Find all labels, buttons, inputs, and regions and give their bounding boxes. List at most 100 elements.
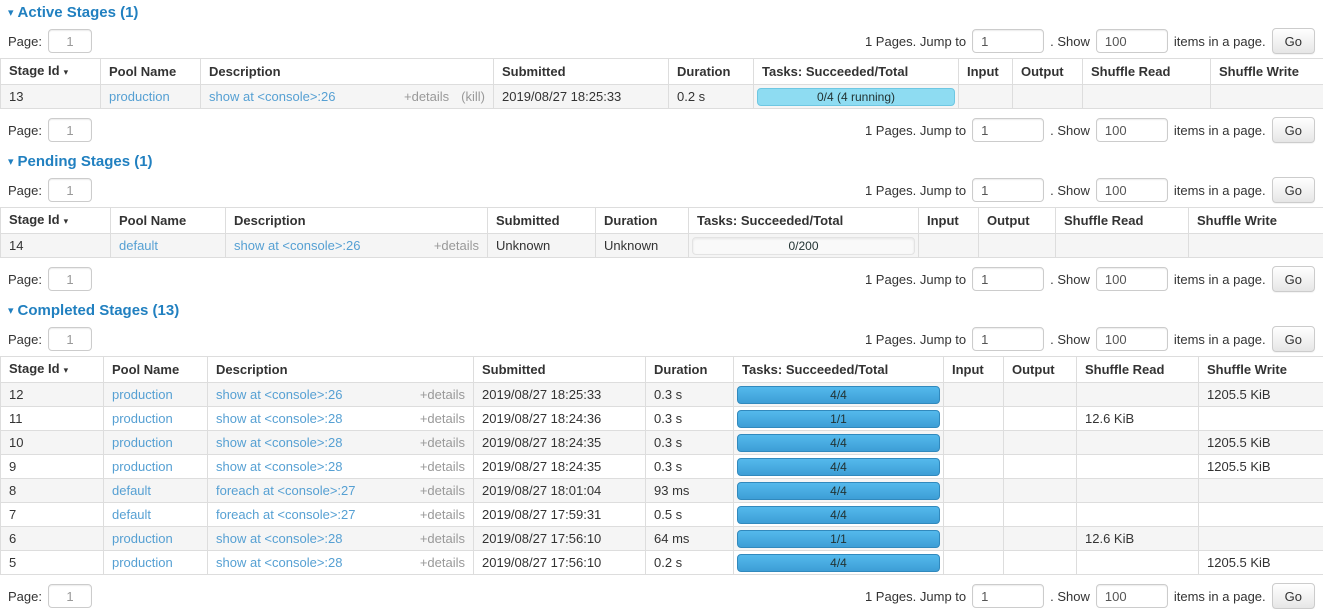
- description-link[interactable]: show at <console>:28: [216, 459, 342, 474]
- pool-name-link[interactable]: production: [112, 387, 173, 402]
- pool-name-link[interactable]: production: [112, 531, 173, 546]
- details-link[interactable]: +details: [434, 238, 479, 253]
- pool-name-link[interactable]: default: [112, 507, 151, 522]
- page-number-input[interactable]: [48, 327, 92, 351]
- description-link[interactable]: show at <console>:28: [216, 411, 342, 426]
- column-header-input[interactable]: Input: [959, 59, 1013, 85]
- page-label: Page:: [8, 123, 42, 138]
- description-wrap: foreach at <console>:27 +details: [216, 483, 465, 498]
- column-header-label: Duration: [654, 362, 707, 377]
- details-link[interactable]: +details: [420, 387, 465, 402]
- column-header-duration[interactable]: Duration: [646, 357, 734, 383]
- description-link[interactable]: show at <console>:26: [234, 238, 360, 253]
- column-header-output[interactable]: Output: [1004, 357, 1077, 383]
- go-button[interactable]: Go: [1272, 583, 1315, 609]
- column-header-submitted[interactable]: Submitted: [494, 59, 669, 85]
- submitted-cell: 2019/08/27 18:24:35: [474, 431, 646, 455]
- go-button[interactable]: Go: [1272, 326, 1315, 352]
- details-link[interactable]: +details: [404, 89, 449, 104]
- column-header-shuffle-read[interactable]: Shuffle Read: [1077, 357, 1199, 383]
- page-number-input[interactable]: [48, 584, 92, 608]
- page-number-input[interactable]: [48, 29, 92, 53]
- page-number-input[interactable]: [48, 178, 92, 202]
- column-header-description[interactable]: Description: [201, 59, 494, 85]
- description-actions: +details (kill): [404, 89, 485, 104]
- description-cell: foreach at <console>:27 +details: [208, 503, 474, 527]
- jump-to-input[interactable]: [972, 327, 1044, 351]
- column-header-duration[interactable]: Duration: [669, 59, 754, 85]
- show-count-input[interactable]: [1096, 178, 1168, 202]
- details-link[interactable]: +details: [420, 507, 465, 522]
- description-link[interactable]: foreach at <console>:27: [216, 507, 356, 522]
- show-count-input[interactable]: [1096, 327, 1168, 351]
- pool-name-link[interactable]: production: [112, 459, 173, 474]
- page-number-input[interactable]: [48, 267, 92, 291]
- details-link[interactable]: +details: [420, 459, 465, 474]
- column-header-stage-id[interactable]: Stage Id▾: [1, 59, 101, 85]
- description-link[interactable]: foreach at <console>:27: [216, 483, 356, 498]
- description-link[interactable]: show at <console>:28: [216, 555, 342, 570]
- column-header-stage-id[interactable]: Stage Id▾: [1, 208, 111, 234]
- go-button[interactable]: Go: [1272, 177, 1315, 203]
- shuffle-write-cell: 1205.5 KiB: [1199, 551, 1323, 575]
- column-header-pool-name[interactable]: Pool Name: [104, 357, 208, 383]
- description-cell: show at <console>:28 +details: [208, 527, 474, 551]
- description-link[interactable]: show at <console>:28: [216, 531, 342, 546]
- pool-name-link[interactable]: default: [119, 238, 158, 253]
- details-link[interactable]: +details: [420, 411, 465, 426]
- jump-to-input[interactable]: [972, 178, 1044, 202]
- show-count-input[interactable]: [1096, 267, 1168, 291]
- details-link[interactable]: +details: [420, 555, 465, 570]
- column-header-pool-name[interactable]: Pool Name: [101, 59, 201, 85]
- duration-cell: 93 ms: [646, 479, 734, 503]
- column-header-shuffle-read[interactable]: Shuffle Read: [1056, 208, 1189, 234]
- column-header-description[interactable]: Description: [226, 208, 488, 234]
- jump-to-input[interactable]: [972, 267, 1044, 291]
- details-link[interactable]: +details: [420, 531, 465, 546]
- column-header-pool-name[interactable]: Pool Name: [111, 208, 226, 234]
- column-header-output[interactable]: Output: [1013, 59, 1083, 85]
- tasks-progress-bar: 4/4: [737, 554, 940, 572]
- description-link[interactable]: show at <console>:26: [209, 89, 335, 104]
- description-link[interactable]: show at <console>:26: [216, 387, 342, 402]
- column-header-output[interactable]: Output: [979, 208, 1056, 234]
- column-header-shuffle-write[interactable]: Shuffle Write: [1199, 357, 1323, 383]
- column-header-shuffle-write[interactable]: Shuffle Write: [1189, 208, 1323, 234]
- page-number-input[interactable]: [48, 118, 92, 142]
- column-header-submitted[interactable]: Submitted: [474, 357, 646, 383]
- pool-name-link[interactable]: default: [112, 483, 151, 498]
- pool-name-link[interactable]: production: [112, 555, 173, 570]
- column-header-stage-id[interactable]: Stage Id▾: [1, 357, 104, 383]
- kill-link[interactable]: (kill): [461, 89, 485, 104]
- description-link[interactable]: show at <console>:28: [216, 435, 342, 450]
- column-header-tasks-succeeded-total[interactable]: Tasks: Succeeded/Total: [689, 208, 919, 234]
- column-header-duration[interactable]: Duration: [596, 208, 689, 234]
- pool-name-link[interactable]: production: [109, 89, 170, 104]
- go-button[interactable]: Go: [1272, 117, 1315, 143]
- column-header-tasks-succeeded-total[interactable]: Tasks: Succeeded/Total: [734, 357, 944, 383]
- column-header-description[interactable]: Description: [208, 357, 474, 383]
- section-header[interactable]: ▾Pending Stages (1): [8, 153, 1315, 171]
- show-count-input[interactable]: [1096, 584, 1168, 608]
- section-header[interactable]: ▾Active Stages (1): [8, 4, 1315, 22]
- tasks-progress-bar: 0/200: [692, 237, 915, 255]
- column-header-shuffle-read[interactable]: Shuffle Read: [1083, 59, 1211, 85]
- pool-name-link[interactable]: production: [112, 411, 173, 426]
- jump-to-input[interactable]: [972, 118, 1044, 142]
- column-header-shuffle-write[interactable]: Shuffle Write: [1211, 59, 1323, 85]
- details-link[interactable]: +details: [420, 483, 465, 498]
- column-header-tasks-succeeded-total[interactable]: Tasks: Succeeded/Total: [754, 59, 959, 85]
- section-header[interactable]: ▾Completed Stages (13): [8, 302, 1315, 320]
- show-count-input[interactable]: [1096, 118, 1168, 142]
- table-row: 7defaultforeach at <console>:27+details2…: [1, 503, 1323, 527]
- go-button[interactable]: Go: [1272, 266, 1315, 292]
- go-button[interactable]: Go: [1272, 28, 1315, 54]
- pool-name-link[interactable]: production: [112, 435, 173, 450]
- show-count-input[interactable]: [1096, 29, 1168, 53]
- jump-to-input[interactable]: [972, 584, 1044, 608]
- column-header-input[interactable]: Input: [944, 357, 1004, 383]
- details-link[interactable]: +details: [420, 435, 465, 450]
- jump-to-input[interactable]: [972, 29, 1044, 53]
- column-header-input[interactable]: Input: [919, 208, 979, 234]
- column-header-submitted[interactable]: Submitted: [488, 208, 596, 234]
